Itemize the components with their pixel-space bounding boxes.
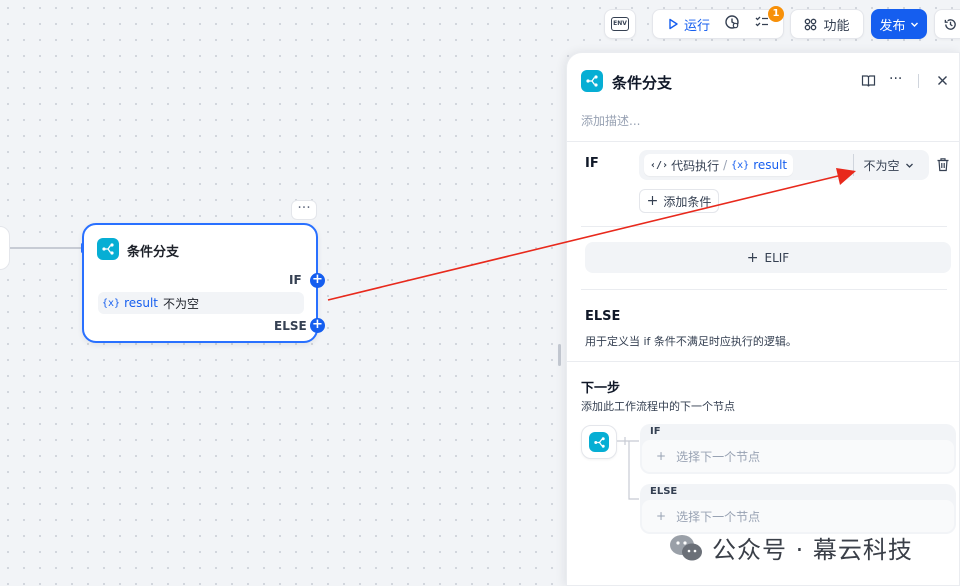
annotation-arrow xyxy=(327,168,856,301)
watermark: 公众号 · 幕云科技 xyxy=(668,530,913,565)
watermark-text: 公众号 · 幕云科技 xyxy=(712,536,913,564)
wechat-icon xyxy=(670,534,702,560)
